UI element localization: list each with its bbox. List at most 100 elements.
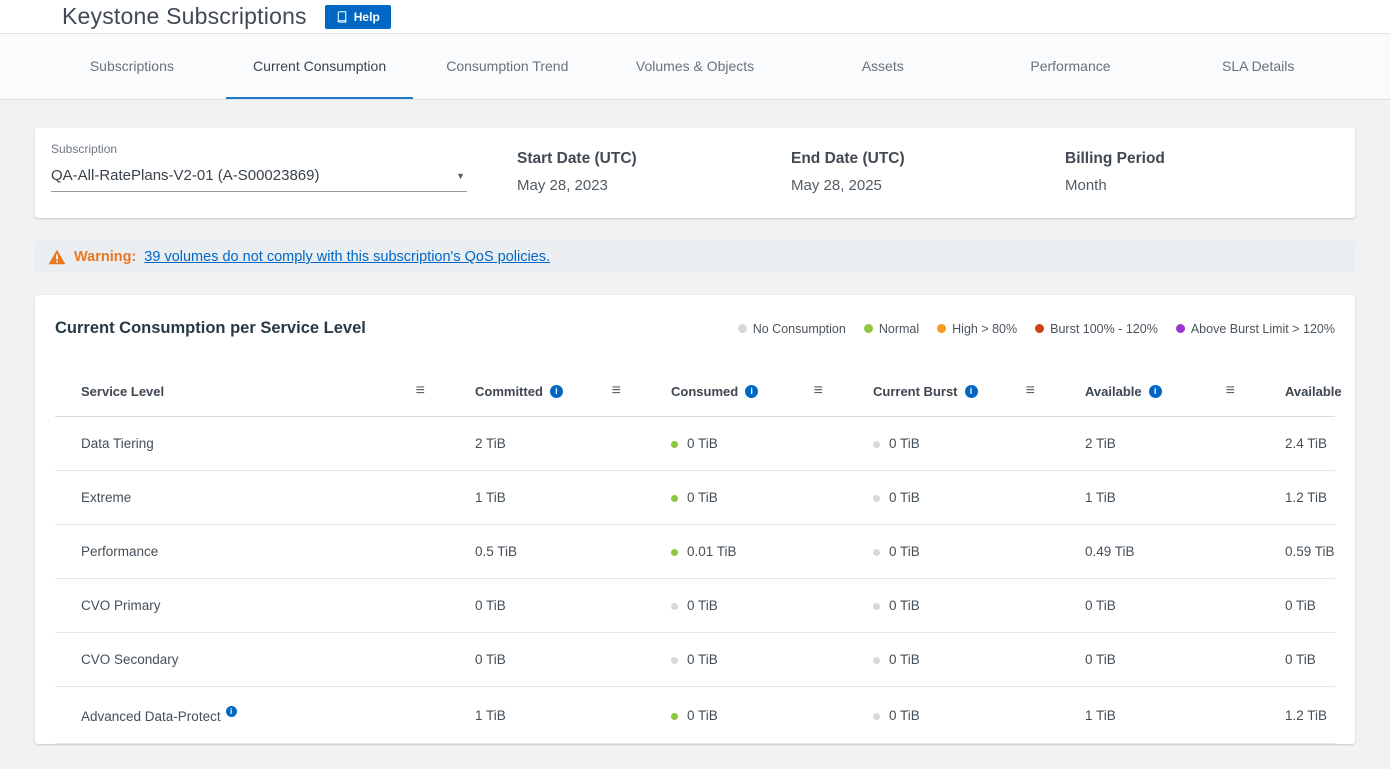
info-icon[interactable]: i xyxy=(745,385,758,398)
tab-performance[interactable]: Performance xyxy=(977,34,1165,99)
service-level-label: CVO Secondary xyxy=(81,652,179,667)
tab-consumption-trend[interactable]: Consumption Trend xyxy=(413,34,601,99)
cell-committed: 0 TiB xyxy=(475,633,671,687)
cell-value: 0 TiB xyxy=(1085,598,1116,613)
tab-assets[interactable]: Assets xyxy=(789,34,977,99)
cell-consumed: 0 TiB xyxy=(671,417,873,471)
cell-value: 1 TiB xyxy=(1085,708,1116,723)
column-menu-icon[interactable]: ≡ xyxy=(1026,383,1035,399)
column-label: Consumed xyxy=(671,384,738,399)
cell-value: 0.5 TiB xyxy=(475,544,517,559)
status-dot-icon xyxy=(873,549,880,556)
cell-value: 0 TiB xyxy=(1085,652,1116,667)
consumption-panel: Current Consumption per Service Level No… xyxy=(35,295,1355,744)
cell-committed: 1 TiB xyxy=(475,687,671,744)
cell-value: 1 TiB xyxy=(475,708,506,723)
field-label: End Date (UTC) xyxy=(791,150,1065,168)
cell-value: 0 TiB xyxy=(475,652,506,667)
column-label: Available xyxy=(1285,384,1342,399)
column-menu-icon[interactable]: ≡ xyxy=(814,383,823,399)
table-row: Extreme1 TiB0 TiB0 TiB1 TiB1.2 TiB xyxy=(55,471,1335,525)
info-icon[interactable]: i xyxy=(965,385,978,398)
legend-high-80: High > 80% xyxy=(937,322,1017,336)
cell-available-2: 1.2 TiB xyxy=(1285,687,1335,744)
legend-above-burst-limit-120: Above Burst Limit > 120% xyxy=(1176,322,1335,336)
cell-available: 0 TiB xyxy=(1085,633,1285,687)
column-label: Committed xyxy=(475,384,543,399)
top-bar: Keystone Subscriptions Help xyxy=(0,0,1390,34)
cell-service-level: Advanced Data-Protect i xyxy=(55,687,475,744)
cell-value: 1 TiB xyxy=(475,490,506,505)
column-menu-icon[interactable]: ≡ xyxy=(416,383,425,399)
warning-banner: Warning: 39 volumes do not comply with t… xyxy=(35,241,1355,273)
cell-committed: 1 TiB xyxy=(475,471,671,525)
cell-value: 0 TiB xyxy=(889,436,920,451)
info-icon[interactable]: i xyxy=(550,385,563,398)
cell-value: 2 TiB xyxy=(475,436,506,451)
column-label: Service Level xyxy=(81,384,164,399)
cell-value: 2.4 TiB xyxy=(1285,436,1327,451)
cell-available: 2 TiB xyxy=(1085,417,1285,471)
tab-bar: SubscriptionsCurrent ConsumptionConsumpt… xyxy=(0,34,1390,100)
field-label: Start Date (UTC) xyxy=(517,150,791,168)
column-menu-icon[interactable]: ≡ xyxy=(612,383,621,399)
column-available: Available xyxy=(1285,368,1335,417)
help-button-label: Help xyxy=(354,10,380,24)
chevron-down-icon: ▼ xyxy=(456,171,467,181)
status-dot-icon xyxy=(671,441,678,448)
table-row: Performance0.5 TiB0.01 TiB0 TiB0.49 TiB0… xyxy=(55,525,1335,579)
table-row: Advanced Data-Protect i 1 TiB 0 TiB 0 TiB 1 T… xyxy=(55,687,1335,744)
warning-label: Warning: xyxy=(74,249,136,265)
column-label: Current Burst xyxy=(873,384,958,399)
cell-current-burst: 0 TiB xyxy=(873,525,1085,579)
legend-dot-icon xyxy=(738,324,747,333)
legend-label: No Consumption xyxy=(753,322,846,336)
info-icon[interactable]: i xyxy=(1149,385,1162,398)
cell-current-burst: 0 TiB xyxy=(873,471,1085,525)
cell-value: 0 TiB xyxy=(889,708,920,723)
main-content: Subscription QA-All-RatePlans-V2-01 (A-S… xyxy=(0,100,1390,769)
cell-value: 1.2 TiB xyxy=(1285,708,1327,723)
cell-committed: 0 TiB xyxy=(475,579,671,633)
table-row: CVO Primary0 TiB0 TiB0 TiB0 TiB0 TiB xyxy=(55,579,1335,633)
cell-current-burst: 0 TiB xyxy=(873,687,1085,744)
consumption-table: Service Level ≡ Committed i ≡ Consumed i ≡ Curre… xyxy=(55,368,1335,744)
cell-service-level: Extreme xyxy=(55,471,475,525)
legend-dot-icon xyxy=(1176,324,1185,333)
table-row: CVO Secondary0 TiB0 TiB0 TiB0 TiB0 TiB xyxy=(55,633,1335,687)
cell-value: 0 TiB xyxy=(889,490,920,505)
page-title: Keystone Subscriptions xyxy=(62,3,307,30)
status-dot-icon xyxy=(873,441,880,448)
cell-value: 0.01 TiB xyxy=(687,544,737,559)
cell-value: 0.59 TiB xyxy=(1285,544,1335,559)
cell-consumed: 0.01 TiB xyxy=(671,525,873,579)
consumption-header: Current Consumption per Service Level No… xyxy=(55,319,1335,338)
cell-value: 0 TiB xyxy=(687,652,718,667)
cell-available-2: 0.59 TiB xyxy=(1285,525,1335,579)
cell-available-2: 0 TiB xyxy=(1285,579,1335,633)
subscription-select[interactable]: QA-All-RatePlans-V2-01 (A-S00023869) ▼ xyxy=(51,167,467,192)
info-icon[interactable]: i xyxy=(226,706,237,717)
tab-volumes-objects[interactable]: Volumes & Objects xyxy=(601,34,789,99)
legend-no-consumption: No Consumption xyxy=(738,322,846,336)
cell-value: 0 TiB xyxy=(889,598,920,613)
cell-value: 0 TiB xyxy=(687,436,718,451)
table-header-row: Service Level ≡ Committed i ≡ Consumed i ≡ Curre… xyxy=(55,368,1335,417)
status-dot-icon xyxy=(671,603,678,610)
field-start-date-utc: Start Date (UTC)May 28, 2023 xyxy=(517,150,791,194)
column-menu-icon[interactable]: ≡ xyxy=(1226,383,1235,399)
help-button[interactable]: Help xyxy=(325,5,391,29)
tab-current-consumption[interactable]: Current Consumption xyxy=(226,34,414,99)
warning-link[interactable]: 39 volumes do not comply with this subsc… xyxy=(144,249,550,265)
column-label: Available xyxy=(1085,384,1142,399)
status-dot-icon xyxy=(873,603,880,610)
cell-consumed: 0 TiB xyxy=(671,687,873,744)
cell-current-burst: 0 TiB xyxy=(873,633,1085,687)
status-dot-icon xyxy=(671,495,678,502)
legend-burst-100-120: Burst 100% - 120% xyxy=(1035,322,1158,336)
cell-committed: 0.5 TiB xyxy=(475,525,671,579)
cell-value: 0 TiB xyxy=(687,490,718,505)
service-level-label: Advanced Data-Protect xyxy=(81,709,221,724)
tab-sla-details[interactable]: SLA Details xyxy=(1164,34,1352,99)
tab-subscriptions[interactable]: Subscriptions xyxy=(38,34,226,99)
